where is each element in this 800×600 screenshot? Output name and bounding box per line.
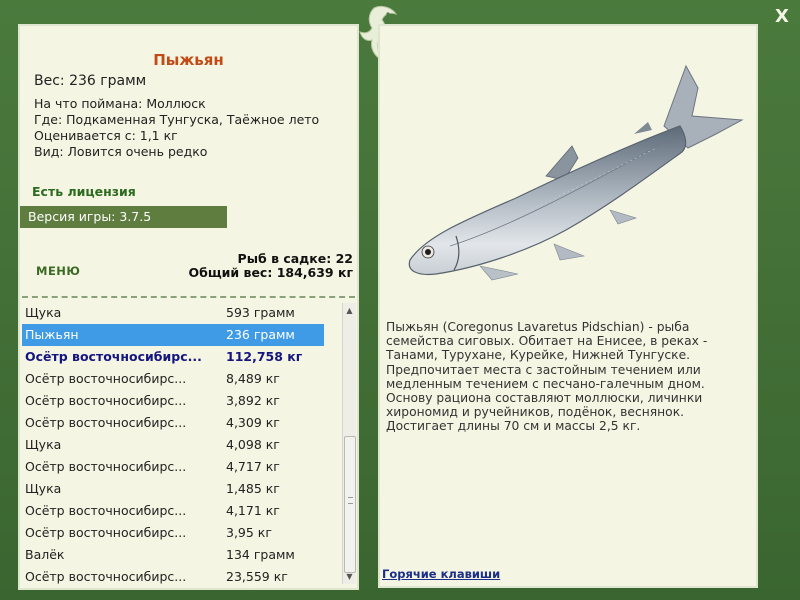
list-item-weight: 1,485 кг [226,481,280,496]
list-item-name: Пыжьян [25,327,79,342]
fish-weight: Вес: 236 грамм [34,73,147,89]
arrow-up-icon[interactable]: ▲ [343,304,356,317]
list-item-weight: 134 грамм [226,547,295,562]
catch-list: Щука 593 грамм Пыжьян 236 грамм Осётр восточ… [22,302,339,586]
list-item-name: Осётр восточносибирс... [25,349,202,364]
close-button[interactable]: X [771,6,793,28]
fish-info-panel: Пыжьян Вес: 236 грамм На что поймана: Мо… [18,24,359,590]
hotkeys-link[interactable]: Горячие клавиши [382,567,500,581]
list-item-weight: 3,95 кг [226,525,272,540]
list-item-name: Щука [25,437,62,452]
list-item-weight: 8,489 кг [226,371,280,386]
list-item-name: Осётр восточносибирс... [25,371,187,386]
list-item[interactable]: Пыжьян 236 грамм [22,324,324,346]
list-item[interactable]: Осётр восточносибирс... 8,489 кг [22,368,324,390]
list-item-name: Осётр восточносибирс... [25,503,187,518]
list-item-weight: 3,892 кг [226,393,280,408]
fish-details: На что поймана: Моллюск Где: Подкаменная… [34,96,319,160]
total-weight: Общий вес: 184,639 кг [188,265,354,280]
list-item-weight: 23,559 кг [226,569,288,584]
list-item[interactable]: Осётр восточносибирс... 3,95 кг [22,522,324,544]
list-item[interactable]: Валёк 134 грамм [22,544,324,566]
list-item[interactable]: Щука 4,098 кг [22,434,324,456]
fish-image [396,60,744,290]
list-item-name: Щука [25,481,62,496]
fish-info: Пыжьян Вес: 236 грамм На что поймана: Мо… [20,26,357,296]
rated-from: Оценивается с: 1,1 кг [34,128,178,143]
list-item-name: Валёк [25,547,65,562]
close-icon[interactable]: X [775,6,789,27]
list-scrollbar[interactable]: ▲ ▼ [342,303,356,584]
list-item-weight: 4,098 кг [226,437,280,452]
list-item-name: Осётр восточносибирс... [25,415,187,430]
caught-on: На что поймана: Моллюск [34,96,206,111]
list-item[interactable]: Осётр восточносибирс... 4,717 кг [22,456,324,478]
game-version: Версия игры: 3.7.5 [20,206,227,228]
list-item[interactable]: Осётр восточносибирс... 23,559 кг [22,566,324,586]
scroll-thumb[interactable] [344,436,356,573]
list-item[interactable]: Осётр восточносибирс... 4,171 кг [22,500,324,522]
list-item-weight: 112,758 кг [226,349,303,364]
species-rarity: Вид: Ловится очень редко [34,144,208,159]
list-item[interactable]: Осётр восточносибирс... 112,758 кг [22,346,324,368]
list-item-weight: 4,171 кг [226,503,280,518]
arrow-down-icon[interactable]: ▼ [343,570,356,583]
list-item-name: Осётр восточносибирс... [25,569,187,584]
menu-button[interactable]: МЕНЮ [36,264,80,278]
fish-count: Рыб в садке: 22 [237,251,353,266]
license-status: Есть лицензия [32,184,136,199]
location: Где: Подкаменная Тунгуска, Таёжное лето [34,112,320,127]
list-item-weight: 4,309 кг [226,415,280,430]
list-item-weight: 236 грамм [226,327,295,342]
fish-description: Пыжьян (Coregonus Lavaretus Pidschian) -… [386,320,708,434]
list-item-weight: 4,717 кг [226,459,280,474]
list-item[interactable]: Осётр восточносибирс... 3,892 кг [22,390,324,412]
list-item-name: Осётр восточносибирс... [25,525,187,540]
fish-title: Пыжьян [153,51,224,69]
list-item-name: Щука [25,305,62,320]
list-item-weight: 593 грамм [226,305,295,320]
list-item[interactable]: Осётр восточносибирс... 4,309 кг [22,412,324,434]
divider [22,296,355,298]
catch-stats: Рыб в садке: 22 Общий вес: 184,639 кг [189,252,354,280]
fish-description-panel: Пыжьян (Coregonus Lavaretus Pidschian) -… [378,24,758,588]
list-item-name: Осётр восточносибирс... [25,459,187,474]
list-item[interactable]: Щука 593 грамм [22,302,324,324]
list-item[interactable]: Щука 1,485 кг [22,478,324,500]
list-item-name: Осётр восточносибирс... [25,393,187,408]
